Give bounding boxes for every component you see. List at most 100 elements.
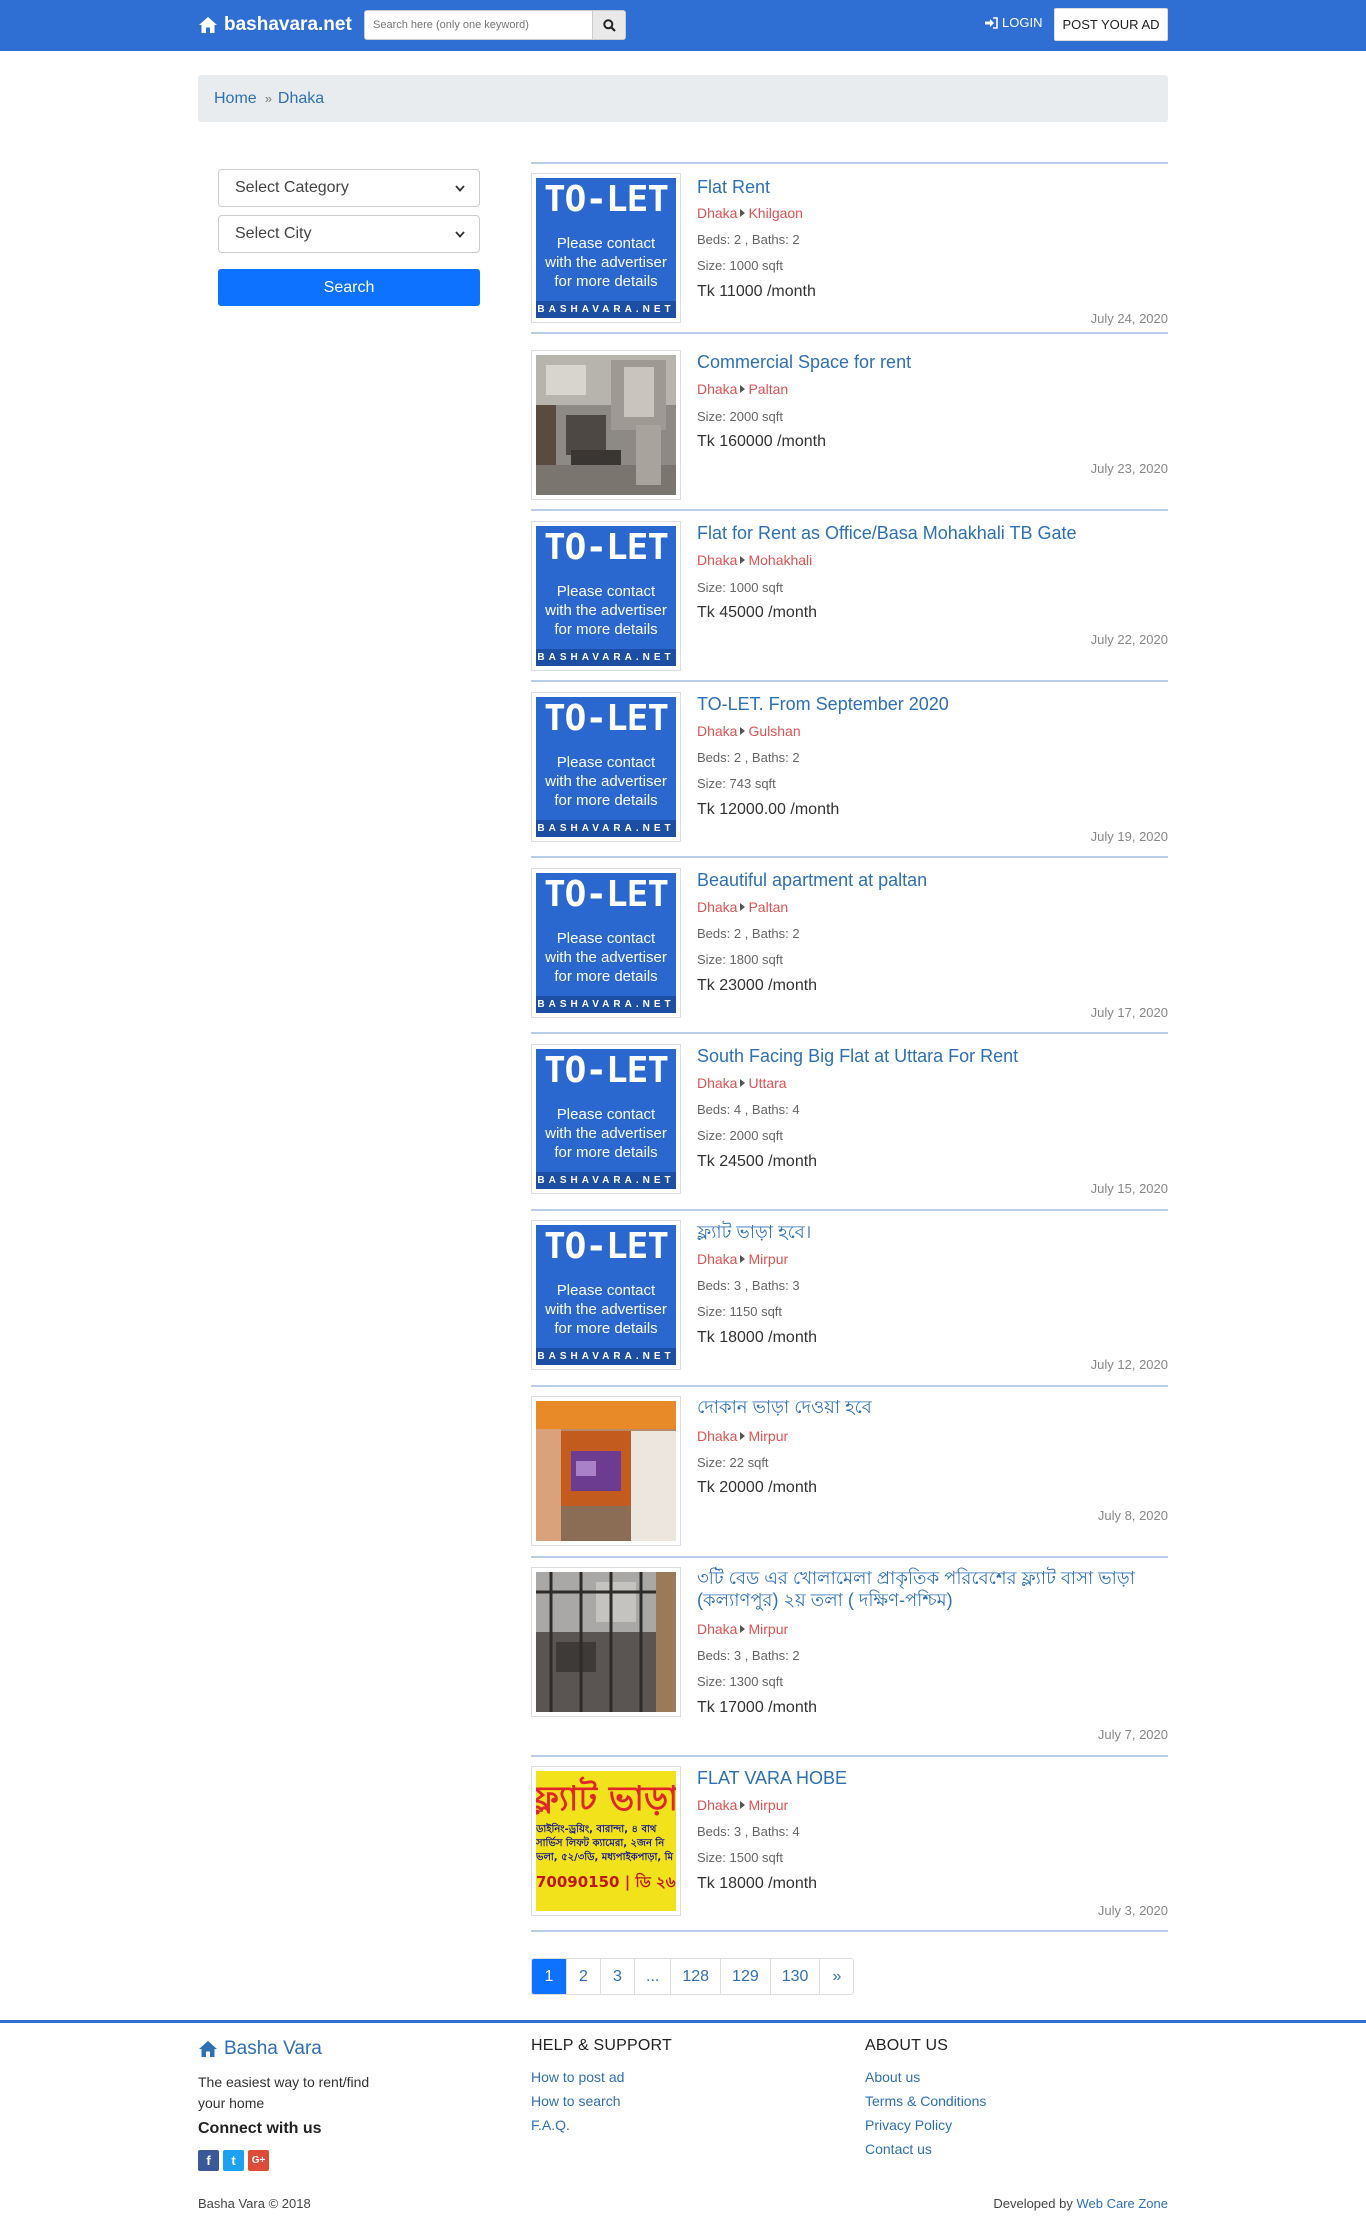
- filter-search-button[interactable]: Search: [218, 269, 480, 306]
- listing-beds-baths: Beds: 2 , Baths: 2: [697, 750, 800, 765]
- breadcrumb-home[interactable]: Home: [214, 90, 257, 108]
- about-us-link[interactable]: About us: [865, 2069, 920, 2085]
- privacy-policy-link[interactable]: Privacy Policy: [865, 2117, 952, 2133]
- listing-date: July 12, 2020: [1090, 1357, 1168, 1372]
- listing-thumbnail[interactable]: [531, 350, 681, 500]
- listing-divider: [531, 332, 1168, 334]
- listing-city[interactable]: Dhaka: [697, 899, 737, 915]
- listing-thumbnail[interactable]: TO-LET Please contact with the advertiser f…: [531, 173, 681, 323]
- twitter-icon[interactable]: t: [223, 2150, 244, 2171]
- faq-link[interactable]: F.A.Q.: [531, 2117, 570, 2133]
- listing-title[interactable]: Beautiful apartment at paltan: [697, 869, 1167, 891]
- office-photo: [536, 355, 676, 495]
- listing-city[interactable]: Dhaka: [697, 1428, 737, 1444]
- google-plus-icon[interactable]: G+: [248, 2150, 269, 2171]
- listing-city[interactable]: Dhaka: [697, 1621, 737, 1637]
- how-to-search-link[interactable]: How to search: [531, 2093, 620, 2109]
- listing-area[interactable]: Mirpur: [748, 1428, 788, 1444]
- shop-photo: [536, 1401, 676, 1541]
- footer-tagline: The easiest way to rent/find your home: [198, 2074, 370, 2111]
- listing-price: Tk 23000 /month: [697, 977, 818, 994]
- developer-link[interactable]: Web Care Zone: [1076, 2196, 1168, 2211]
- listing-thumbnail[interactable]: ফ্ল্যাট ভাড়া হবে ডাইনিং-ড্রয়িং, বারান্…: [531, 1766, 681, 1916]
- listing-city[interactable]: Dhaka: [697, 723, 737, 739]
- listing-city[interactable]: Dhaka: [697, 205, 737, 221]
- developer-credit: Developed by Web Care Zone: [993, 2196, 1168, 2211]
- listing-city[interactable]: Dhaka: [697, 1075, 737, 1091]
- listing-title[interactable]: Commercial Space for rent: [697, 351, 1167, 373]
- listing-city[interactable]: Dhaka: [697, 1797, 737, 1813]
- contact-us-link[interactable]: Contact us: [865, 2141, 932, 2157]
- listing-city[interactable]: Dhaka: [697, 552, 737, 568]
- category-select[interactable]: Select Category: [218, 169, 480, 207]
- listing-divider: [531, 1930, 1168, 1932]
- listing-area[interactable]: Gulshan: [748, 723, 800, 739]
- listing-price: Tk 18000 /month: [697, 1875, 818, 1892]
- tolet-message: Please contact with the advertiser for mor…: [545, 583, 667, 638]
- listing-thumbnail[interactable]: TO-LET Please contact with the advertiser f…: [531, 521, 681, 671]
- listing-title[interactable]: South Facing Big Flat at Uttara For Rent: [697, 1045, 1167, 1067]
- tolet-message: Please contact with the advertiser for mor…: [545, 1106, 667, 1161]
- listing-thumbnail[interactable]: TO-LET Please contact with the advertiser f…: [531, 868, 681, 1018]
- search-input[interactable]: [364, 10, 592, 40]
- page-link[interactable]: 128: [670, 1959, 721, 1994]
- listing-area[interactable]: Mirpur: [748, 1251, 788, 1267]
- listing-area[interactable]: Paltan: [748, 899, 788, 915]
- listing-location: Dhaka Mirpur: [697, 1428, 788, 1444]
- login-link[interactable]: LOGIN: [984, 15, 1042, 30]
- search-button[interactable]: [592, 10, 626, 40]
- listing-thumbnail[interactable]: [531, 1396, 681, 1546]
- post-ad-button[interactable]: POST YOUR AD: [1054, 8, 1168, 41]
- listing-area[interactable]: Mirpur: [748, 1621, 788, 1637]
- footer-brand[interactable]: Basha Vara: [198, 2038, 322, 2060]
- caret-right-icon: [740, 1432, 746, 1440]
- terms-link[interactable]: Terms & Conditions: [865, 2093, 986, 2109]
- how-to-post-ad-link[interactable]: How to post ad: [531, 2069, 624, 2085]
- listing-title[interactable]: Flat Rent: [697, 176, 1167, 198]
- listing-thumbnail[interactable]: TO-LET Please contact with the advertiser f…: [531, 1044, 681, 1194]
- next-page-link[interactable]: »: [819, 1959, 854, 1994]
- listing-title[interactable]: FLAT VARA HOBE: [697, 1767, 1167, 1789]
- listing-area[interactable]: Khilgaon: [748, 205, 803, 221]
- page-link[interactable]: 1: [532, 1959, 566, 1994]
- tolet-placeholder-image: TO-LET Please contact with the advertiser f…: [536, 697, 676, 837]
- listing-area[interactable]: Uttara: [748, 1075, 786, 1091]
- social-links: f t G+: [198, 2150, 269, 2171]
- listing-title[interactable]: দোকান ভাড়া দেওয়া হবে: [697, 1396, 1167, 1418]
- listing-area[interactable]: Mirpur: [748, 1797, 788, 1813]
- breadcrumb-current[interactable]: Dhaka: [278, 90, 324, 108]
- tolet-message: Please contact with the advertiser for mor…: [545, 754, 667, 809]
- listing-area[interactable]: Mohakhali: [748, 552, 812, 568]
- listing-city[interactable]: Dhaka: [697, 381, 737, 397]
- listing-size: Size: 743 sqft: [697, 776, 776, 791]
- facebook-icon[interactable]: f: [198, 2150, 219, 2171]
- listing-title[interactable]: ৩টি বেড এর খোলামেলা প্রাকৃতিক পরিবেশের ফ…: [697, 1567, 1167, 1611]
- listing-thumbnail[interactable]: TO-LET Please contact with the advertiser f…: [531, 1220, 681, 1370]
- tolet-footer: BASHAVARA.NET: [536, 1348, 676, 1365]
- listing-area[interactable]: Paltan: [748, 381, 788, 397]
- city-select[interactable]: Select City: [218, 215, 480, 253]
- connect-heading: Connect with us: [198, 2120, 322, 2137]
- listing-title[interactable]: TO-LET. From September 2020: [697, 693, 1167, 715]
- listing-city[interactable]: Dhaka: [697, 1251, 737, 1267]
- listing-date: July 17, 2020: [1090, 1005, 1168, 1020]
- listing-price: Tk 18000 /month: [697, 1329, 818, 1346]
- brand-link[interactable]: bashavara.net: [198, 12, 352, 38]
- page-link[interactable]: 3: [600, 1959, 634, 1994]
- about-us-heading: ABOUT US: [865, 2037, 949, 2054]
- footer-divider: [0, 2020, 1366, 2023]
- listing-thumbnail[interactable]: TO-LET Please contact with the advertiser f…: [531, 692, 681, 842]
- page-link[interactable]: 129: [720, 1959, 770, 1994]
- page-link[interactable]: 130: [769, 1959, 820, 1994]
- listing-size: Size: 22 sqft: [697, 1455, 769, 1470]
- brand-name: bashavara.net: [224, 14, 352, 35]
- sign-headline: ফ্ল্যাট ভাড়া হবে: [536, 1779, 676, 1819]
- page-link[interactable]: 2: [566, 1959, 600, 1994]
- listing-divider: [531, 1032, 1168, 1034]
- tolet-footer: BASHAVARA.NET: [536, 649, 676, 666]
- listing-thumbnail[interactable]: [531, 1567, 681, 1717]
- listing-divider: [531, 856, 1168, 858]
- listing-title[interactable]: ফ্ল্যাট ভাড়া হবে।: [697, 1221, 1167, 1243]
- listing-title[interactable]: Flat for Rent as Office/Basa Mohakhali T…: [697, 522, 1167, 544]
- home-icon: [199, 2041, 217, 2057]
